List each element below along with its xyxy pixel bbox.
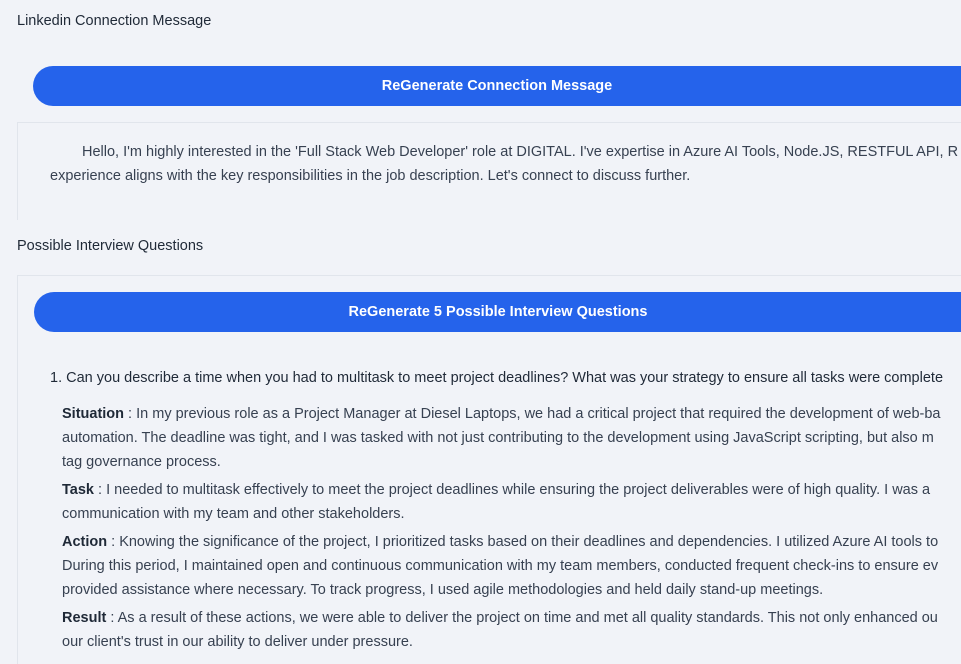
star-task: Task : I needed to multitask effectively…	[62, 478, 961, 526]
result-label: Result	[62, 610, 107, 626]
result-text: our client's trust in our ability to del…	[62, 634, 413, 650]
regenerate-interview-questions-label: ReGenerate 5 Possible Interview Question…	[348, 304, 648, 320]
situation-text: : In my previous role as a Project Manag…	[124, 406, 941, 422]
situation-text: tag governance process.	[62, 454, 221, 470]
star-situation: Situation : In my previous role as a Pro…	[62, 402, 961, 474]
connection-message: Hello, I'm highly interested in the 'Ful…	[50, 140, 961, 188]
regenerate-connection-message-label: ReGenerate Connection Message	[381, 78, 613, 94]
action-text: provided assistance where necessary. To …	[62, 582, 824, 598]
action-text: During this period, I maintained open an…	[62, 558, 939, 574]
connection-message-line: Hello, I'm highly interested in the 'Ful…	[82, 144, 959, 160]
linkedin-section-title: Linkedin Connection Message	[17, 13, 212, 29]
page: Linkedin Connection Message ReGenerate C…	[0, 0, 961, 664]
result-text: : As a result of these actions, we were …	[106, 610, 938, 626]
task-text: : I needed to multitask effectively to m…	[93, 482, 931, 498]
star-action: Action : Knowing the significance of the…	[62, 530, 961, 602]
situation-label: Situation	[62, 406, 125, 422]
connection-message-line: experience aligns with the key responsib…	[50, 168, 691, 184]
situation-text: automation. The deadline was tight, and …	[62, 430, 934, 446]
task-label: Task	[62, 482, 94, 498]
star-result: Result : As a result of these actions, w…	[62, 606, 961, 654]
interview-question: 1. Can you describe a time when you had …	[50, 370, 944, 386]
interview-section-title: Possible Interview Questions	[17, 238, 204, 254]
task-text: communication with my team and other sta…	[62, 506, 405, 522]
action-label: Action	[62, 534, 108, 550]
regenerate-interview-questions-button[interactable]: ReGenerate 5 Possible Interview Question…	[34, 292, 961, 332]
regenerate-connection-message-button[interactable]: ReGenerate Connection Message	[33, 66, 961, 106]
action-text: : Knowing the significance of the projec…	[107, 534, 939, 550]
